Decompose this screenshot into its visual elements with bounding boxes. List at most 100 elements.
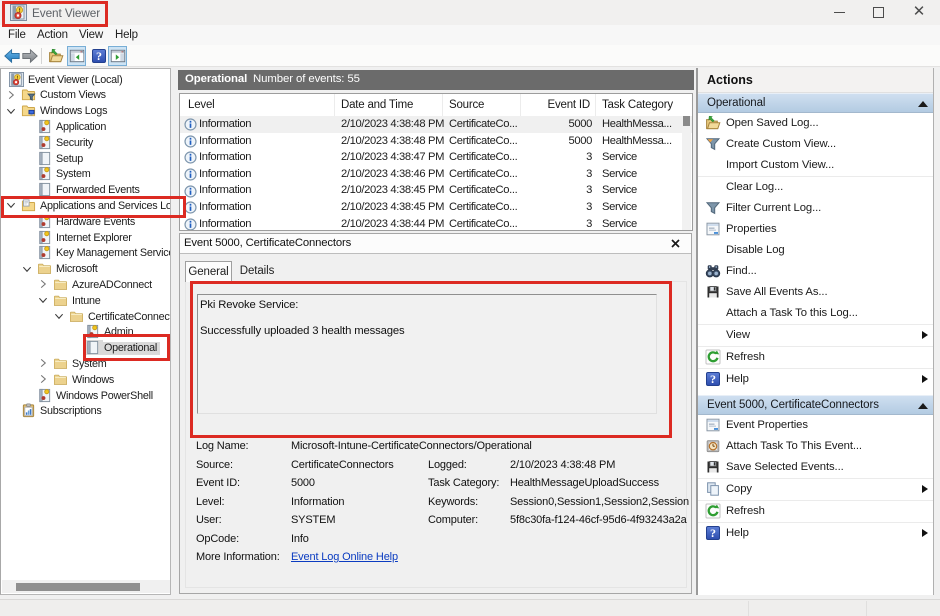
open-folder-icon bbox=[705, 115, 721, 131]
event-row[interactable]: Information2/10/2023 4:38:45 PMCertifica… bbox=[180, 199, 692, 216]
tree-node-windows-powershell[interactable]: Windows PowerShell bbox=[1, 387, 171, 403]
menu-view[interactable]: View bbox=[79, 25, 103, 45]
event-row[interactable]: Information2/10/2023 4:38:45 PMCertifica… bbox=[180, 182, 692, 199]
field-value: Session0,Session1,Session2,Session bbox=[510, 496, 689, 508]
event-task-category-cell: Service bbox=[602, 166, 690, 183]
chevron-right-icon[interactable] bbox=[38, 358, 48, 368]
action-label: Refresh bbox=[726, 505, 765, 517]
action-import-custom-view[interactable]: Import Custom View... bbox=[698, 155, 933, 176]
log bbox=[37, 135, 52, 150]
tree-node-intune[interactable]: Intune bbox=[1, 292, 171, 308]
close-button[interactable]: ✕ bbox=[899, 0, 939, 25]
tree-node-windows[interactable]: Windows bbox=[1, 371, 171, 387]
tab-general[interactable]: General bbox=[185, 261, 232, 282]
actions-section-header-event-5000-certificateconnectors[interactable]: Event 5000, CertificateConnectors bbox=[698, 395, 933, 415]
preview-close-icon[interactable] bbox=[671, 239, 680, 248]
event-row[interactable]: Information2/10/2023 4:38:48 PMCertifica… bbox=[180, 133, 692, 150]
field-value: 5f8c30fa-f124-46cf-95d6-4f93243a2a bbox=[510, 514, 687, 526]
tree-node-azureadconnect[interactable]: AzureADConnect bbox=[1, 276, 171, 292]
tree-node-microsoft[interactable]: Microsoft bbox=[1, 261, 171, 277]
action-refresh[interactable]: Refresh bbox=[698, 501, 933, 522]
chevron-down-icon[interactable] bbox=[38, 295, 48, 305]
chevron-right-icon[interactable] bbox=[6, 90, 16, 100]
tree-horizontal-scrollbar[interactable] bbox=[2, 580, 170, 593]
field-label: Computer: bbox=[428, 514, 478, 526]
action-label: Help bbox=[726, 527, 749, 539]
collapse-caret-icon[interactable] bbox=[918, 101, 928, 107]
tree-scrollbar-thumb[interactable] bbox=[16, 583, 140, 591]
action-disable-log[interactable]: Disable Log bbox=[698, 240, 933, 261]
action-clear-log[interactable]: Clear Log... bbox=[698, 177, 933, 198]
chevron-down-icon[interactable] bbox=[54, 311, 64, 321]
actions-section-header-operational[interactable]: Operational bbox=[698, 93, 933, 113]
svg-text:?: ? bbox=[710, 526, 716, 540]
tree-node-security[interactable]: Security bbox=[1, 134, 171, 150]
action-copy[interactable]: Copy bbox=[698, 479, 933, 500]
column-header-source[interactable]: Source bbox=[443, 94, 521, 116]
event-task-category-cell: Service bbox=[602, 182, 690, 199]
action-event-properties[interactable]: Event Properties bbox=[698, 415, 933, 436]
tree-node-windows-logs[interactable]: Windows Logs bbox=[1, 103, 171, 119]
properties-icon bbox=[705, 417, 721, 433]
action-pane-toggle-button[interactable] bbox=[108, 46, 127, 66]
chevron-right-icon[interactable] bbox=[38, 374, 48, 384]
event-datetime-cell: 2/10/2023 4:38:48 PM bbox=[341, 116, 446, 133]
tree-node-event-viewer-local[interactable]: Event Viewer (Local) bbox=[1, 71, 171, 87]
back-button[interactable] bbox=[2, 46, 22, 66]
action-label: Help bbox=[726, 373, 749, 385]
tree-node-subscriptions[interactable]: Subscriptions bbox=[1, 403, 171, 419]
action-save-selected-events[interactable]: Save Selected Events... bbox=[698, 457, 933, 478]
column-header-task-category[interactable]: Task Category bbox=[596, 94, 693, 116]
maximize-button[interactable] bbox=[858, 0, 898, 25]
action-properties[interactable]: Properties bbox=[698, 219, 933, 240]
field-row-source: Source:CertificateConnectorsLogged:2/10/… bbox=[196, 459, 693, 474]
field-value-link[interactable]: Event Log Online Help bbox=[291, 551, 398, 563]
action-attach-task-to-this-event[interactable]: Attach Task To This Event... bbox=[698, 436, 933, 457]
menu-action[interactable]: Action bbox=[37, 25, 68, 45]
event-row[interactable]: Information2/10/2023 4:38:48 PMCertifica… bbox=[180, 116, 692, 133]
title-bar: Event Viewer ✕ bbox=[0, 0, 940, 25]
tree-node-setup[interactable]: Setup bbox=[1, 150, 171, 166]
event-datetime-cell: 2/10/2023 4:38:45 PM bbox=[341, 182, 446, 199]
log bbox=[37, 245, 52, 260]
action-help[interactable]: ?Help bbox=[698, 369, 933, 390]
event-id-cell: 5000 bbox=[521, 133, 592, 150]
minimize-button[interactable] bbox=[819, 0, 859, 25]
column-header-date-and-time[interactable]: Date and Time bbox=[335, 94, 443, 116]
chevron-down-icon[interactable] bbox=[22, 264, 32, 274]
event-row[interactable]: Information2/10/2023 4:38:47 PMCertifica… bbox=[180, 149, 692, 166]
action-view[interactable]: View bbox=[698, 325, 933, 346]
column-header-level[interactable]: Level bbox=[180, 94, 335, 116]
tree-node-label: System bbox=[56, 168, 91, 180]
open-saved-log-button[interactable] bbox=[46, 46, 66, 66]
tree-node-custom-views[interactable]: Custom Views bbox=[1, 87, 171, 103]
information-icon bbox=[184, 135, 197, 148]
action-create-custom-view[interactable]: Create Custom View... bbox=[698, 134, 933, 155]
collapse-caret-icon[interactable] bbox=[918, 403, 928, 409]
menu-help[interactable]: Help bbox=[115, 25, 138, 45]
action-find[interactable]: Find... bbox=[698, 261, 933, 282]
action-refresh[interactable]: Refresh bbox=[698, 347, 933, 368]
chevron-right-icon[interactable] bbox=[38, 279, 48, 289]
console-tree-toggle-button[interactable] bbox=[67, 46, 86, 66]
forward-button[interactable] bbox=[20, 46, 40, 66]
help-button[interactable]: ? bbox=[89, 46, 109, 66]
action-help[interactable]: ? Help bbox=[698, 523, 933, 544]
tree-node-internet-explorer[interactable]: Internet Explorer bbox=[1, 229, 171, 245]
tab-details[interactable]: Details bbox=[235, 264, 279, 281]
event-row[interactable]: Information2/10/2023 4:38:46 PMCertifica… bbox=[180, 166, 692, 183]
log bbox=[37, 166, 52, 181]
action-attach-a-task-to-this-log[interactable]: Attach a Task To this Log... bbox=[698, 303, 933, 324]
chevron-down-icon[interactable] bbox=[6, 106, 16, 116]
column-header-event-id[interactable]: Event ID bbox=[521, 94, 596, 116]
tree-node-key-management-service[interactable]: Key Management Service bbox=[1, 245, 171, 261]
tree-node-system[interactable]: System bbox=[1, 166, 171, 182]
action-save-all-events-as[interactable]: Save All Events As... bbox=[698, 282, 933, 303]
tree-node-certificateconnect[interactable]: CertificateConnect bbox=[1, 308, 171, 324]
action-open-saved-log[interactable]: Open Saved Log... bbox=[698, 113, 933, 134]
action-filter-current-log[interactable]: Filter Current Log... bbox=[698, 198, 933, 219]
subscriptions bbox=[21, 403, 36, 418]
tree-node-application[interactable]: Application bbox=[1, 118, 171, 134]
event-row[interactable]: Information2/10/2023 4:38:44 PMCertifica… bbox=[180, 216, 692, 231]
menu-file[interactable]: File bbox=[8, 25, 26, 45]
